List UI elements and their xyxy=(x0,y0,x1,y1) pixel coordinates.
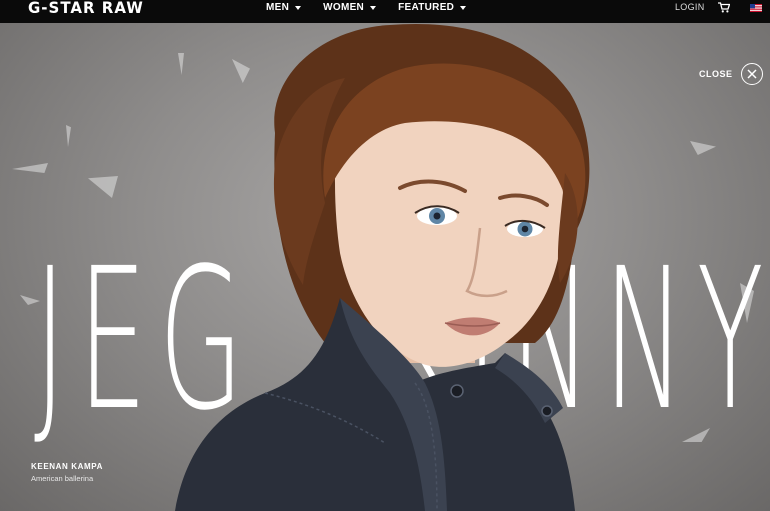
chevron-down-icon xyxy=(370,5,377,10)
close-icon xyxy=(740,63,763,85)
hero-banner: JEG SKINNY xyxy=(0,23,770,511)
caption-name: KEENAN KAMPA xyxy=(31,462,103,471)
nav-label-women: WOMEN xyxy=(323,2,365,13)
glass-shard xyxy=(88,176,118,198)
main-nav: MEN WOMEN FEATURED xyxy=(266,0,488,23)
glass-shard xyxy=(12,163,48,173)
nav-item-men[interactable]: MEN xyxy=(266,0,302,15)
nav-label-men: MEN xyxy=(266,2,290,13)
glass-shard xyxy=(66,125,71,147)
login-link[interactable]: LOGIN xyxy=(675,2,705,12)
brand-logo[interactable]: G-STAR RAW xyxy=(28,0,144,24)
cart-icon[interactable] xyxy=(718,2,730,13)
close-button[interactable]: CLOSE xyxy=(699,63,763,85)
nav-label-featured: FEATURED xyxy=(398,2,455,13)
model-portrait xyxy=(175,23,590,511)
top-navigation-bar: G-STAR RAW MEN WOMEN FEATURED LOGIN xyxy=(0,0,770,23)
chevron-down-icon xyxy=(460,5,467,10)
chevron-down-icon xyxy=(295,5,302,10)
us-flag-icon[interactable] xyxy=(750,4,762,12)
nav-item-women[interactable]: WOMEN xyxy=(323,0,377,15)
caption-role: American ballerina xyxy=(31,474,94,483)
model-caption: KEENAN KAMPA American ballerina xyxy=(31,462,103,483)
close-label: CLOSE xyxy=(699,69,733,79)
nav-item-featured[interactable]: FEATURED xyxy=(398,0,467,15)
glass-shard xyxy=(690,141,716,155)
